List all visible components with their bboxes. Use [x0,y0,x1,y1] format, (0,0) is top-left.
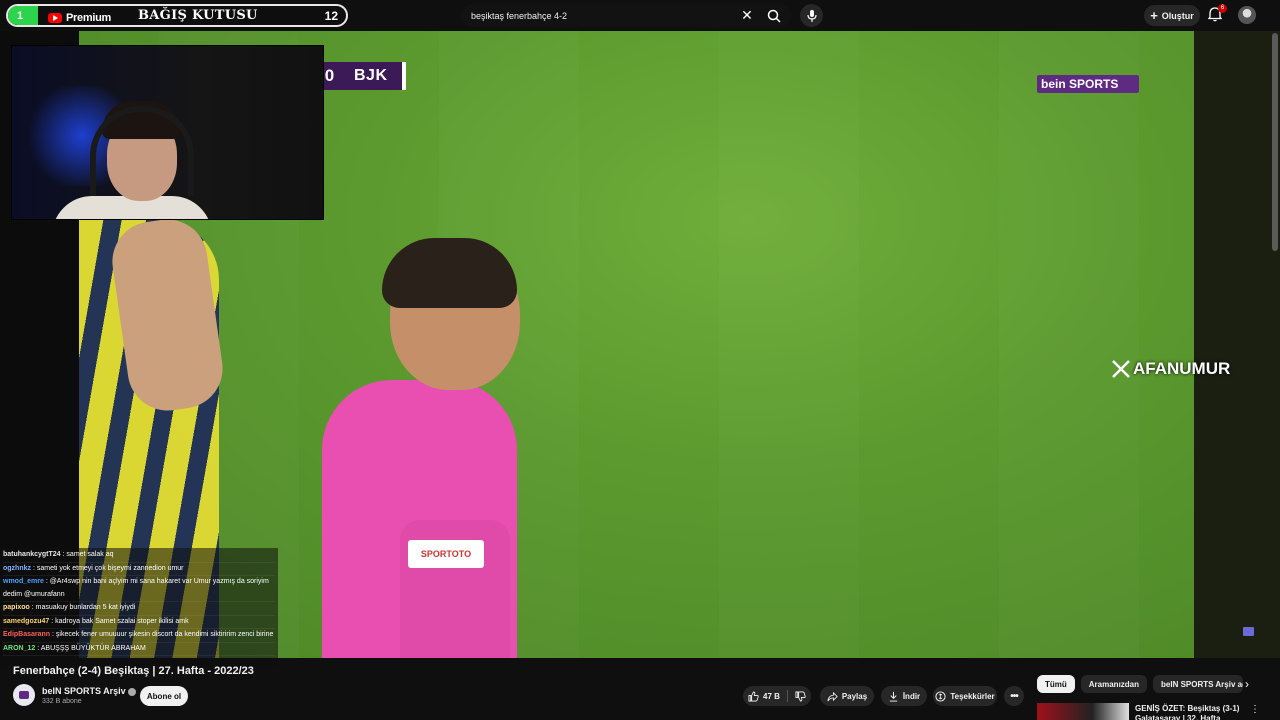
clear-search-icon[interactable]: ✕ [739,7,755,23]
more-actions-button[interactable]: ••• [1004,686,1024,706]
notifications-button[interactable]: 6 [1207,4,1227,24]
search-button[interactable] [762,4,786,27]
page-scrollbar[interactable] [1272,33,1278,251]
chip-from-search[interactable]: Aramanızdan [1080,675,1148,693]
chat-message: ogzhnkz : sameti yok etmeyi çok bişeymi … [3,563,275,576]
chevron-right-icon[interactable]: › [1240,677,1254,691]
donation-start-value: 1 [17,9,24,22]
chat-text: : kadroya bak Samet szalai stoper ikilis… [51,617,189,625]
chat-message: ARON_12 : ABUŞŞŞ BÜYÜKTÜR ABRAHAM [3,643,275,656]
top-bar: 1 Premium BAĞIŞ KUTUSU 12 ✕ + Oluştur 6 [0,0,1280,31]
scoreboard-team: BJK [354,67,388,84]
like-dislike-group: 47 B [743,686,811,706]
account-avatar[interactable] [1238,6,1256,24]
headset-icon [90,106,194,196]
share-label: Paylaş [841,691,868,701]
watermark-text: AFANUMUR [1133,359,1231,378]
chat-text: : sameti yok etmeyi çok bişeymi zannedio… [32,564,184,572]
recommendation-chips: Tümü Aramanızdan beIN SPORTS Arşiv adlı [1037,675,1244,693]
recommendation-menu-icon[interactable]: ⋮ [1250,704,1260,715]
download-icon [889,691,897,702]
like-divider [786,690,788,702]
notification-badge: 6 [1218,4,1227,13]
pitch-stripe [999,31,1139,658]
donation-progress-bar: 1 Premium BAĞIŞ KUTUSU 12 [6,4,348,27]
thumbs-up-icon[interactable] [748,691,759,702]
youtube-premium-logo[interactable]: Premium [48,12,111,24]
chat-text: : ABUŞŞŞ BÜYÜKTÜR ABRAHAM [37,644,146,652]
chat-text: : masuakuy bunlardan 5 kat iyiydi [31,604,136,611]
chat-user: batuhankcygtT24 [3,551,61,558]
verified-icon [127,687,136,696]
chat-message: wmod_emre : @Ar4swp nin bani açlyim mi s… [3,576,275,602]
chat-message: samedgozu47 : kadroya bak Samet szalai s… [3,616,275,629]
create-button[interactable]: + Oluştur [1144,5,1200,26]
streamer-watermark: AFANUMUR [1111,359,1230,379]
create-label: Oluştur [1161,10,1194,21]
subscribe-button[interactable]: Abone ol [140,686,188,706]
chat-user: papixoo [3,604,30,611]
chat-user: EdipBasarann [3,631,51,638]
download-button[interactable]: İndir [881,686,927,706]
page-root: 1 Premium BAĞIŞ KUTUSU 12 ✕ + Oluştur 6 [0,0,1280,720]
webcam-overlay [11,45,324,220]
video-right-margin [1194,31,1280,658]
pitch-stripe [719,31,859,658]
youtube-play-icon [48,13,62,23]
video-title: Fenerbahçe (2-4) Beşiktaş | 27. Hafta - … [13,665,254,677]
plus-icon: + [1150,7,1158,23]
like-count[interactable]: 47 B [763,692,780,701]
channel-avatar[interactable] [13,684,35,706]
chat-user: samedgozu47 [3,617,50,625]
channel-watermark-icon[interactable] [1243,627,1254,636]
scoreboard: 0 BJK [322,62,406,90]
chat-message: papixoo : masuakuy bunlardan 5 kat iyiyd… [3,602,275,616]
premium-label: Premium [66,12,111,24]
subscriber-count: 332 B abone [42,698,82,705]
sleeve-patch: SPORTOTO [408,540,484,568]
recommendation-title[interactable]: GENİŞ ÖZET: Beşiktaş (3-1) Galatasaray |… [1135,704,1245,720]
x-logo-icon [1112,360,1130,378]
channel-name-text: beIN SPORTS Arşiv [42,686,126,696]
chat-message: batuhankcygtT24 : samet salak aq [3,549,275,563]
chat-user: ARON_12 [3,644,36,652]
search-input[interactable] [471,10,731,21]
share-icon [827,691,838,701]
donation-title: BAĞIŞ KUTUSU [138,8,258,23]
channel-name[interactable]: beIN SPORTS Arşiv [42,686,136,696]
more-icon: ••• [1010,690,1018,702]
broadcaster-logo-text: bein SPORTS [1041,77,1119,91]
chat-text: : samet salak aq [62,551,114,558]
chat-user: ogzhnkz [3,564,31,572]
donation-goal: 12 [324,9,338,23]
recommendation-thumbnail[interactable] [1037,703,1129,720]
broadcaster-logo: bein SPORTS [1037,75,1139,93]
chat-text: : şikecek fener umuuuur şikesin discort … [52,631,274,638]
download-label: İndir [902,691,921,701]
scoreboard-score: 0 [324,66,335,85]
search-icon [767,9,781,23]
thanks-label: Teşekkürler [950,691,995,701]
chat-message: EdipBasarann : şikecek fener umuuuur şik… [3,629,275,643]
voice-search-button[interactable] [800,4,823,27]
referee-hair [382,238,517,308]
share-button[interactable]: Paylaş [820,686,874,706]
thumbs-down-icon[interactable] [795,691,806,702]
chip-channel[interactable]: beIN SPORTS Arşiv adlı [1153,675,1244,693]
chat-overlay: batuhankcygtT24 : samet salak aq ogzhnkz… [0,548,278,666]
microphone-icon [806,9,817,22]
chip-all[interactable]: Tümü [1037,675,1075,693]
thanks-button[interactable]: Teşekkürler [933,686,997,706]
chat-user: wmod_emre [3,578,44,585]
super-thanks-icon [935,690,946,702]
